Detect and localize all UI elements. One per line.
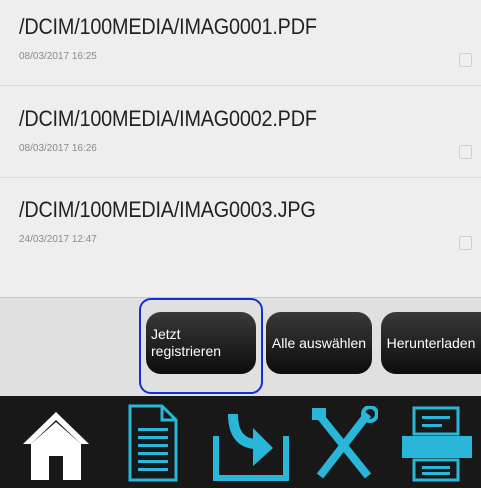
bottom-navigation xyxy=(0,396,481,488)
nav-tools[interactable] xyxy=(308,396,380,488)
file-checkbox[interactable] xyxy=(459,145,472,159)
nav-download[interactable] xyxy=(205,396,295,488)
select-all-button-label: Alle auswählen xyxy=(271,335,367,351)
file-date: 24/03/2017 12:47 xyxy=(19,234,97,245)
file-date: 08/03/2017 16:26 xyxy=(19,143,97,154)
tools-icon xyxy=(312,406,378,479)
file-path: /DCIM/100MEDIA/IMAG0002.PDF xyxy=(19,106,317,131)
select-all-button[interactable]: Alle auswählen xyxy=(266,312,372,374)
document-icon xyxy=(128,404,178,482)
download-icon xyxy=(213,413,289,481)
file-checkbox[interactable] xyxy=(459,53,472,67)
file-path: /DCIM/100MEDIA/IMAG0003.JPG xyxy=(19,197,316,222)
file-row[interactable]: /DCIM/100MEDIA/IMAG0003.JPG 24/03/2017 1… xyxy=(0,183,481,269)
file-row[interactable]: /DCIM/100MEDIA/IMAG0001.PDF 08/03/2017 1… xyxy=(0,0,481,86)
register-button[interactable]: Jetzt registrieren xyxy=(146,312,256,374)
file-checkbox[interactable] xyxy=(459,236,472,250)
file-row[interactable]: /DCIM/100MEDIA/IMAG0002.PDF 08/03/2017 1… xyxy=(0,92,481,178)
file-path: /DCIM/100MEDIA/IMAG0001.PDF xyxy=(19,14,317,39)
register-button-label: Jetzt registrieren xyxy=(151,326,222,359)
file-date: 08/03/2017 16:25 xyxy=(19,51,97,62)
file-list: /DCIM/100MEDIA/IMAG0001.PDF 08/03/2017 1… xyxy=(0,0,481,297)
download-button-label: Herunterladen xyxy=(386,335,476,351)
scanner-icon xyxy=(402,406,472,482)
action-bar: Jetzt registrieren Alle auswählen Herunt… xyxy=(0,297,481,396)
nav-scanner[interactable] xyxy=(396,396,478,488)
nav-home[interactable] xyxy=(15,396,101,488)
home-icon xyxy=(23,412,89,480)
nav-documents[interactable] xyxy=(120,396,190,488)
download-button[interactable]: Herunterladen xyxy=(381,312,481,374)
